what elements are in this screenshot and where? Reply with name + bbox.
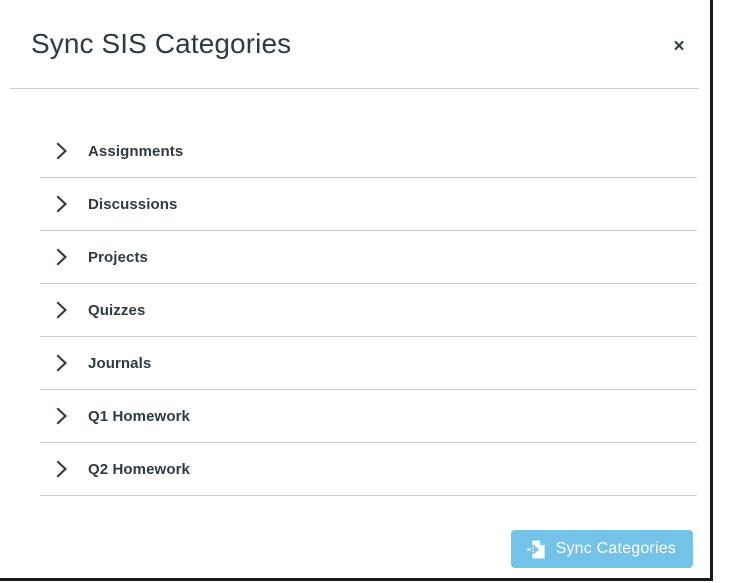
chevron-right-icon bbox=[40, 460, 70, 478]
header-divider bbox=[10, 88, 699, 89]
list-item[interactable]: Q2 Homework bbox=[40, 443, 697, 496]
list-item[interactable]: Quizzes bbox=[40, 284, 697, 337]
list-item-label: Q1 Homework bbox=[88, 407, 190, 425]
chevron-right-icon bbox=[40, 407, 70, 425]
page-title: Sync SIS Categories bbox=[31, 28, 292, 59]
chevron-right-icon bbox=[40, 142, 70, 160]
list-item[interactable]: Projects bbox=[40, 231, 697, 284]
list-item-label: Projects bbox=[88, 248, 148, 266]
close-icon[interactable]: × bbox=[662, 30, 696, 64]
list-item-label: Q2 Homework bbox=[88, 460, 190, 478]
list-item[interactable]: Assignments bbox=[40, 125, 697, 178]
list-item[interactable]: Discussions bbox=[40, 178, 697, 231]
category-list: Assignments Discussions Projects Quizzes… bbox=[40, 125, 697, 496]
list-item[interactable]: Q1 Homework bbox=[40, 390, 697, 443]
list-item-label: Quizzes bbox=[88, 301, 146, 319]
list-item[interactable]: Journals bbox=[40, 337, 697, 390]
chevron-right-icon bbox=[40, 195, 70, 213]
sync-sis-categories-modal: Sync SIS Categories × Assignments Discus… bbox=[0, 0, 713, 581]
sync-categories-button-label: Sync Categories bbox=[555, 540, 676, 557]
document-import-icon bbox=[526, 539, 547, 560]
modal-footer: Sync Categories bbox=[0, 493, 710, 578]
chevron-right-icon bbox=[40, 301, 70, 319]
modal-header: Sync SIS Categories × bbox=[0, 0, 710, 89]
sync-categories-button[interactable]: Sync Categories bbox=[510, 530, 693, 568]
list-item-label: Assignments bbox=[88, 142, 184, 160]
list-item-label: Discussions bbox=[88, 195, 178, 213]
chevron-right-icon bbox=[40, 354, 70, 372]
list-item-label: Journals bbox=[88, 354, 152, 372]
chevron-right-icon bbox=[40, 248, 70, 266]
